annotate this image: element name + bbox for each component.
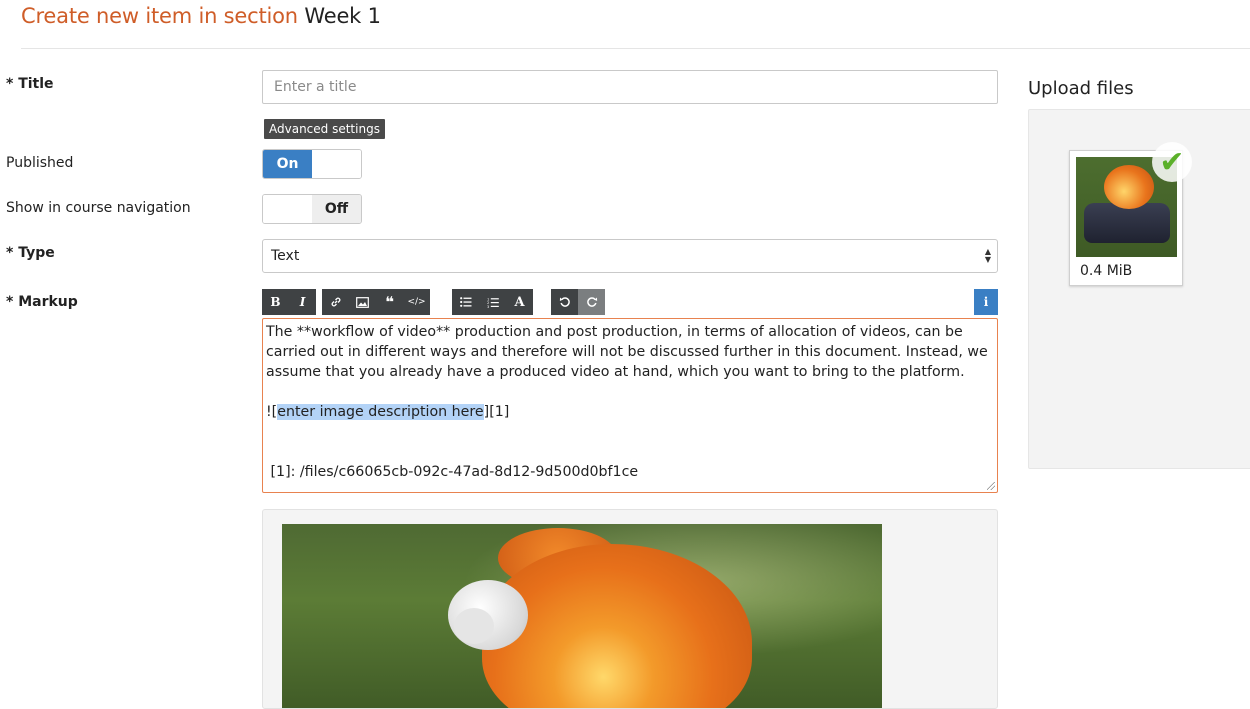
- toolbar-history-group: [551, 289, 605, 315]
- advanced-settings-button[interactable]: Advanced settings: [264, 119, 385, 139]
- page-title-prefix: Create new item in section: [21, 4, 298, 28]
- image-syntax-suffix: ][1]: [483, 404, 510, 420]
- page-title: Create new item in section Week 1: [21, 4, 381, 28]
- preview-image: [282, 524, 882, 708]
- section-name: Week 1: [304, 4, 381, 28]
- resize-handle-icon[interactable]: [987, 482, 995, 490]
- heading-icon[interactable]: A: [506, 289, 533, 315]
- markup-toolbar: B I: [262, 289, 316, 315]
- italic-icon[interactable]: I: [289, 289, 316, 315]
- show-in-nav-toggle-blank[interactable]: [263, 195, 312, 223]
- show-in-nav-toggle[interactable]: Off: [262, 194, 362, 224]
- toolbar-format-group: B I: [262, 289, 316, 315]
- thumb-sheep: [1104, 165, 1154, 209]
- numbered-list-icon[interactable]: 123: [479, 289, 506, 315]
- checkmark-icon: ✔: [1152, 142, 1192, 182]
- bulleted-list-icon[interactable]: [452, 289, 479, 315]
- toolbar-lists: 123 A: [452, 289, 533, 315]
- upload-files-title: Upload files: [1028, 78, 1134, 99]
- type-select[interactable]: Text ▲ ▼: [262, 239, 998, 273]
- type-label: * Type: [6, 245, 55, 261]
- published-toggle[interactable]: On: [262, 149, 362, 179]
- quote-icon[interactable]: ❝: [376, 289, 403, 315]
- image-syntax-prefix: ![: [266, 404, 278, 420]
- markup-blank-line-3: [266, 442, 994, 462]
- markup-editor[interactable]: The **workflow of video** production and…: [262, 318, 998, 493]
- link-icon[interactable]: [322, 289, 349, 315]
- published-toggle-on[interactable]: On: [263, 150, 312, 178]
- markup-paragraph: The **workflow of video** production and…: [266, 324, 993, 380]
- show-in-nav-label: Show in course navigation: [6, 200, 191, 216]
- published-label: Published: [6, 155, 74, 171]
- markup-label: * Markup: [6, 294, 78, 310]
- markup-blank-line-2: [266, 422, 994, 442]
- published-toggle-blank[interactable]: [312, 150, 361, 178]
- redo-icon[interactable]: [578, 289, 605, 315]
- bold-icon[interactable]: B: [262, 289, 289, 315]
- code-icon[interactable]: </>: [403, 289, 430, 315]
- file-size: 0.4 MiB: [1080, 263, 1133, 279]
- toolbar-lists-group: 123 A: [452, 289, 533, 315]
- sheep-ear: [454, 608, 494, 644]
- undo-icon[interactable]: [551, 289, 578, 315]
- select-caret-icon: ▲ ▼: [984, 247, 991, 264]
- markup-image-line: ![enter image description here][1]: [266, 402, 994, 422]
- toolbar-help: i: [974, 289, 998, 315]
- info-icon[interactable]: i: [974, 289, 998, 315]
- toolbar-insert-group: ❝ </>: [322, 289, 430, 315]
- markup-preview: [262, 509, 998, 709]
- markup-reference-line: [1]: /files/c66065cb-092c-47ad-8d12-9d50…: [266, 464, 639, 480]
- toolbar-insert: ❝ </>: [322, 289, 430, 315]
- selected-image-description: enter image description here: [277, 404, 484, 420]
- title-divider: [21, 48, 1250, 49]
- show-in-nav-toggle-off[interactable]: Off: [312, 195, 361, 223]
- svg-text:3: 3: [487, 304, 489, 307]
- toolbar-history: [551, 289, 605, 315]
- image-icon[interactable]: [349, 289, 376, 315]
- type-select-value: Text: [271, 248, 300, 264]
- thumb-mower: [1084, 203, 1170, 243]
- title-label: * Title: [6, 76, 54, 92]
- toolbar-help-group: i: [974, 289, 998, 315]
- markup-blank-line: [266, 382, 994, 402]
- title-input[interactable]: [262, 70, 998, 104]
